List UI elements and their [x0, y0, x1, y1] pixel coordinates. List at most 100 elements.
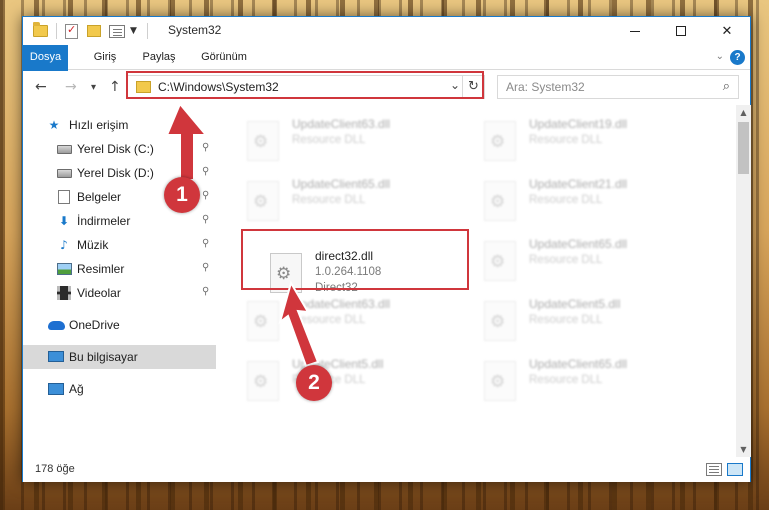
file-name: UpdateClient65.dll [292, 177, 391, 191]
sidebar-item-label: Ağ [69, 382, 84, 396]
drive-icon [57, 145, 72, 154]
file-name: UpdateClient63.dll [292, 297, 391, 311]
file-name: UpdateClient21.dll [529, 177, 628, 191]
tab-gorunum[interactable]: Görünüm [195, 45, 253, 70]
file-name: UpdateClient65.dll [529, 357, 628, 371]
scroll-up-icon[interactable]: ▲ [736, 105, 751, 120]
properties-icon[interactable] [65, 22, 78, 40]
sidebar-item-local-disk-c[interactable]: Yerel Disk (C:) ⚲ [23, 137, 216, 161]
close-button[interactable]: ✕ [704, 17, 750, 45]
computer-icon [48, 351, 64, 362]
pin-icon[interactable]: ⚲ [202, 143, 212, 153]
pin-icon[interactable]: ⚲ [202, 191, 212, 201]
dll-file-icon [484, 241, 516, 281]
sidebar-item-label: Hızlı erişim [69, 118, 129, 132]
file-tile[interactable]: UpdateClient5.dll Resource DLL [245, 355, 475, 411]
pictures-icon [57, 263, 72, 275]
search-input[interactable]: Ara: System32 ⌕ [497, 75, 739, 99]
folder-icon [33, 22, 48, 40]
videos-icon [57, 286, 71, 300]
dll-file-icon [484, 121, 516, 161]
file-description: Resource DLL [529, 134, 603, 146]
up-button[interactable]: ↑ [109, 79, 121, 95]
file-tile[interactable]: UpdateClient63.dll Resource DLL [245, 295, 475, 351]
sidebar-item-label: Müzik [77, 238, 109, 252]
file-highlight [241, 229, 469, 290]
item-count: 178 öğe [35, 463, 75, 475]
minimize-button[interactable] [612, 17, 658, 45]
search-placeholder: Ara: System32 [506, 80, 585, 94]
vertical-scrollbar[interactable]: ▲ ▼ [736, 105, 751, 457]
dll-file-icon [484, 361, 516, 401]
new-folder-icon[interactable] [87, 22, 101, 40]
customize-toolbar-dropdown[interactable]: ▼ [130, 22, 137, 40]
sidebar-item-pictures[interactable]: Resimler ⚲ [23, 257, 216, 281]
network-icon [48, 383, 64, 395]
close-icon: ✕ [721, 23, 733, 39]
sidebar-item-videos[interactable]: Videolar ⚲ [23, 281, 216, 305]
file-name: UpdateClient19.dll [529, 117, 628, 131]
step-2-badge: 2 [296, 365, 332, 401]
sidebar-item-music[interactable]: ♪ Müzik ⚲ [23, 233, 216, 257]
forward-button[interactable]: → [65, 79, 77, 95]
minimize-icon [630, 30, 640, 32]
sidebar-item-label: İndirmeler [77, 214, 131, 228]
expand-ribbon-icon[interactable]: ⌄ [716, 51, 724, 62]
tab-paylas[interactable]: Paylaş [135, 45, 183, 70]
file-tile[interactable]: UpdateClient19.dll Resource DLL [482, 115, 712, 171]
sidebar-item-network[interactable]: Ağ [23, 377, 216, 401]
download-icon: ⬇ [58, 214, 70, 228]
file-description: Resource DLL [529, 254, 603, 266]
pin-icon[interactable]: ⚲ [202, 215, 212, 225]
music-icon: ♪ [60, 238, 68, 252]
file-description: Resource DLL [529, 194, 603, 206]
sidebar-item-this-pc[interactable]: Bu bilgisayar [23, 345, 216, 369]
sidebar-item-label: Yerel Disk (D:) [77, 166, 154, 180]
help-icon[interactable]: ? [730, 50, 745, 65]
file-name: UpdateClient63.dll [292, 117, 391, 131]
navigation-pane: ★ Hızlı erişim Yerel Disk (C:) ⚲ Yerel D… [23, 105, 216, 457]
sidebar-item-label: Yerel Disk (C:) [77, 142, 154, 156]
dll-file-icon [247, 181, 279, 221]
file-tile[interactable]: UpdateClient21.dll Resource DLL [482, 175, 712, 231]
window-title: System32 [168, 23, 222, 37]
file-description: Resource DLL [529, 314, 603, 326]
back-button[interactable]: ← [35, 79, 47, 95]
file-tile[interactable]: UpdateClient65.dll Resource DLL [482, 235, 712, 291]
sidebar-item-downloads[interactable]: ⬇ İndirmeler ⚲ [23, 209, 216, 233]
view-options-icon[interactable] [109, 22, 125, 40]
scrollbar-thumb[interactable] [738, 122, 749, 174]
dll-file-icon [247, 301, 279, 341]
file-tile[interactable]: UpdateClient5.dll Resource DLL [482, 295, 712, 351]
pin-icon[interactable]: ⚲ [202, 263, 212, 273]
file-description: Resource DLL [292, 134, 366, 146]
dll-file-icon [247, 361, 279, 401]
step-1-badge: 1 [164, 177, 200, 213]
scroll-down-icon[interactable]: ▼ [736, 442, 751, 457]
file-tile[interactable]: UpdateClient63.dll Resource DLL [245, 115, 475, 171]
large-icons-view-icon[interactable] [727, 463, 743, 476]
details-view-icon[interactable] [706, 463, 722, 476]
tab-giris[interactable]: Giriş [85, 45, 125, 70]
sidebar-item-quick-access[interactable]: ★ Hızlı erişim [23, 113, 216, 137]
recent-locations-button[interactable]: ▾ [91, 82, 96, 93]
dll-file-icon [484, 301, 516, 341]
search-icon[interactable]: ⌕ [723, 79, 730, 94]
maximize-button[interactable] [658, 17, 704, 45]
pin-icon[interactable]: ⚲ [202, 239, 212, 249]
file-tile[interactable]: UpdateClient65.dll Resource DLL [245, 175, 475, 231]
dll-file-icon [484, 181, 516, 221]
separator [56, 22, 57, 40]
cloud-icon [48, 321, 65, 330]
sidebar-item-label: Videolar [77, 286, 121, 300]
file-tile[interactable]: UpdateClient65.dll Resource DLL [482, 355, 712, 411]
address-bar-highlight [126, 71, 484, 99]
title-bar: ▼ System32 ✕ [23, 17, 750, 45]
pin-icon[interactable]: ⚲ [202, 287, 212, 297]
sidebar-item-label: Bu bilgisayar [69, 350, 138, 364]
sidebar-item-label: Resimler [77, 262, 125, 276]
sidebar-item-onedrive[interactable]: OneDrive [23, 313, 216, 337]
file-name: UpdateClient5.dll [529, 297, 621, 311]
maximize-icon [676, 26, 686, 36]
pin-icon[interactable]: ⚲ [202, 167, 212, 177]
